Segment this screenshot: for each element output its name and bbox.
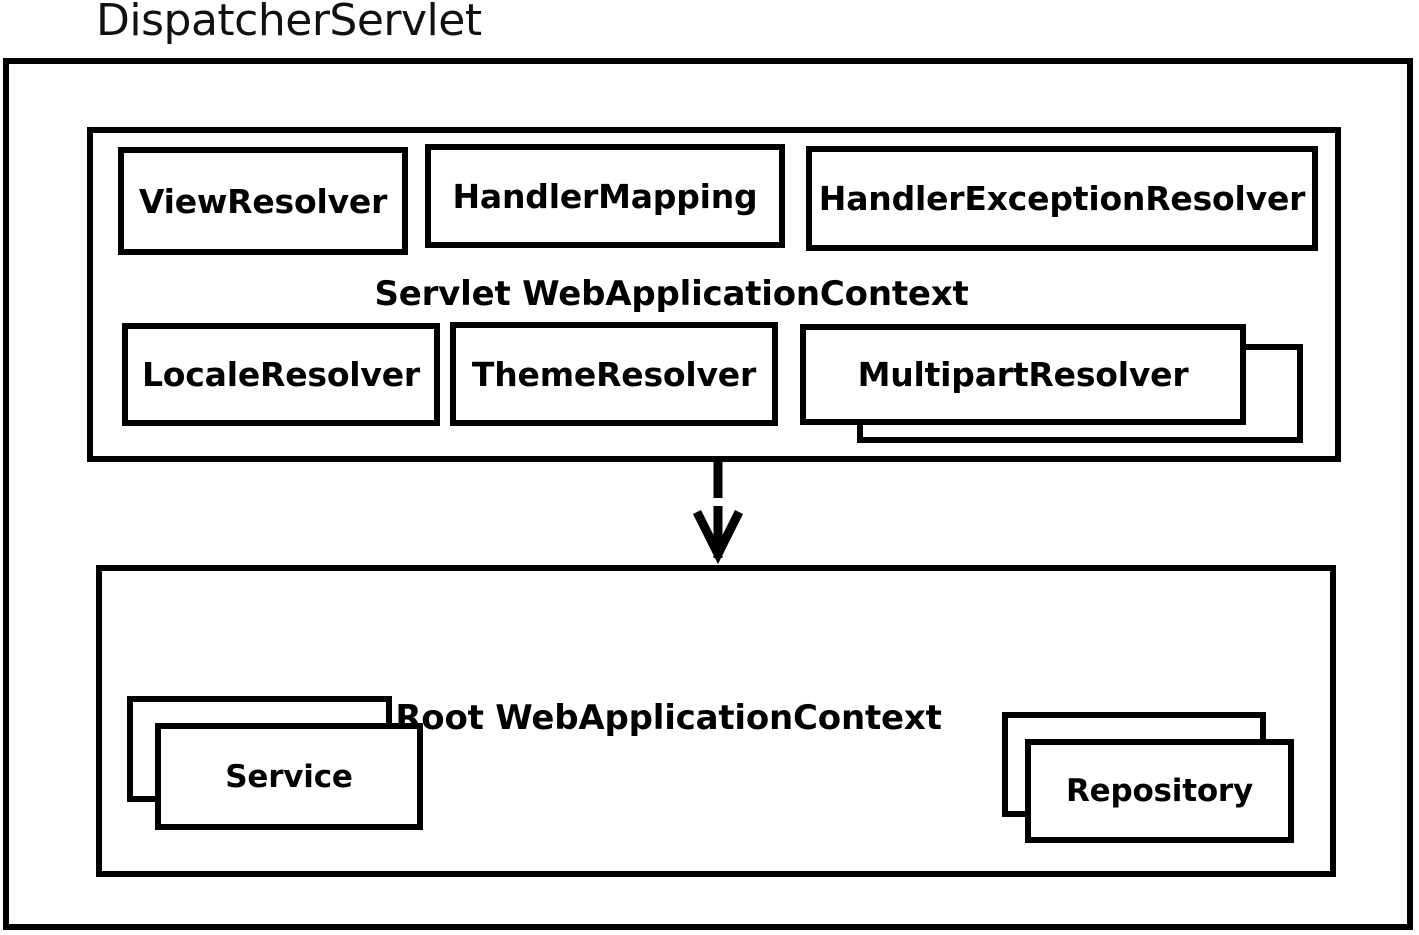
component-repository[interactable]: Repository xyxy=(1025,739,1294,843)
component-multipart-resolver[interactable]: MultipartResolver xyxy=(800,324,1246,425)
component-handler-mapping[interactable]: HandlerMapping xyxy=(425,144,785,248)
component-theme-resolver[interactable]: ThemeResolver xyxy=(450,322,778,426)
inheritance-arrow xyxy=(688,458,748,564)
servlet-web-application-context-label: Servlet WebApplicationContext xyxy=(374,274,969,314)
component-view-resolver[interactable]: ViewResolver xyxy=(118,147,408,255)
component-locale-resolver[interactable]: LocaleResolver xyxy=(122,323,440,426)
component-handler-exception-resolver[interactable]: HandlerExceptionResolver xyxy=(806,146,1318,251)
component-service[interactable]: Service xyxy=(155,723,423,830)
arrow-down-icon xyxy=(692,458,744,564)
diagram-canvas: DispatcherServlet ViewResolver HandlerMa… xyxy=(0,0,1419,935)
page-title: DispatcherServlet xyxy=(96,0,482,46)
